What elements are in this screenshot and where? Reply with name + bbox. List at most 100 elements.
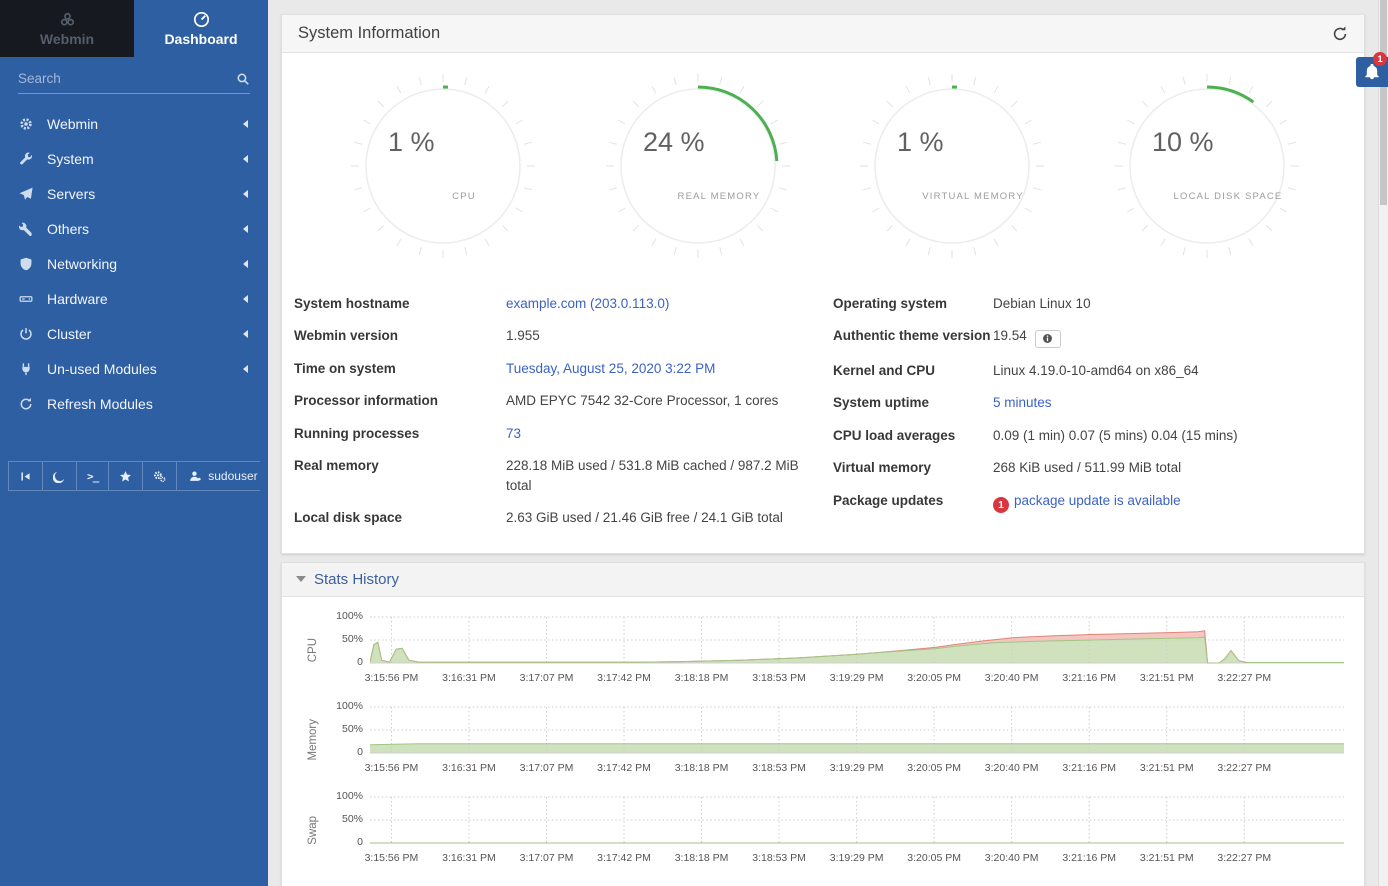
sidebar-item-others[interactable]: Others <box>0 211 268 246</box>
y-tick-label: 50% <box>342 813 363 825</box>
x-tick-label: 3:22:27 PM <box>1217 852 1271 864</box>
terminal-button[interactable]: >_ <box>77 462 109 490</box>
sidebar-item-networking[interactable]: Networking <box>0 246 268 281</box>
dashboard-gauge-icon <box>193 11 210 28</box>
info-row-kernel-and-cpu: Kernel and CPU Linux 4.19.0-10-amd64 on … <box>833 354 1344 387</box>
info-value-link[interactable]: package update is available <box>1014 493 1181 508</box>
x-tick-label: 3:20:40 PM <box>985 852 1039 864</box>
scrollbar[interactable] <box>1378 0 1388 886</box>
info-label: Webmin version <box>294 326 506 346</box>
search-row <box>18 71 250 94</box>
chart-axis-title: Swap <box>300 793 326 868</box>
tab-dashboard[interactable]: Dashboard <box>134 0 268 57</box>
x-tick-label: 3:21:51 PM <box>1140 762 1194 774</box>
info-value: 0.09 (1 min) 0.07 (5 mins) 0.04 (15 mins… <box>993 428 1238 443</box>
collapse-sidebar-button[interactable] <box>8 462 43 490</box>
info-value: Linux 4.19.0-10-amd64 on x86_64 <box>993 363 1199 378</box>
paper-plane-icon <box>18 187 34 201</box>
chart-axis-title: CPU <box>300 613 326 688</box>
chart-plot-area: 3:15:56 PM3:16:31 PM3:17:07 PM3:17:42 PM… <box>370 613 1344 688</box>
power-icon <box>18 327 34 341</box>
chart-axis-title: Memory <box>300 703 326 778</box>
info-row-operating-system: Operating system Debian Linux 10 <box>833 287 1344 320</box>
chart-y-axis: 100% 50% 0 <box>326 613 370 688</box>
sidebar-item-system[interactable]: System <box>0 141 268 176</box>
refresh-page-button[interactable] <box>1332 26 1348 42</box>
notifications-button[interactable]: 1 <box>1356 57 1388 87</box>
gauge-label: VIRTUAL MEMORY <box>923 191 1025 202</box>
y-tick-label: 100% <box>336 790 363 802</box>
x-tick-label: 3:17:42 PM <box>597 762 651 774</box>
user-button[interactable]: sudouser <box>177 462 270 490</box>
sidebar-item-label: Servers <box>47 186 239 202</box>
info-label: System hostname <box>294 294 506 314</box>
gauge-value: 1 % <box>388 127 435 157</box>
x-tick-label: 3:18:53 PM <box>752 672 806 684</box>
collapse-triangle-icon <box>296 576 306 587</box>
sidebar-item-webmin[interactable]: Webmin <box>0 106 268 141</box>
sidebar-item-un-used-modules[interactable]: Un-used Modules <box>0 351 268 386</box>
sidebar-item-label: Cluster <box>47 326 239 342</box>
info-label: Processor information <box>294 391 506 411</box>
info-label: Real memory <box>294 456 506 495</box>
refresh-icon <box>18 397 34 411</box>
stats-charts: CPU 100% 50% 0 3:15:56 PM3:16:31 PM3:17:… <box>282 597 1364 886</box>
info-value-link[interactable]: Tuesday, August 25, 2020 3:22 PM <box>506 361 715 376</box>
x-tick-label: 3:17:42 PM <box>597 852 651 864</box>
stats-history-header[interactable]: Stats History <box>282 563 1364 597</box>
terminal-icon: >_ <box>87 470 98 483</box>
user-icon <box>189 470 202 483</box>
update-count-badge: 1 <box>993 497 1009 513</box>
x-tick-label: 3:19:29 PM <box>830 672 884 684</box>
caret-left-icon <box>239 225 248 233</box>
info-row-system-uptime: System uptime 5 minutes <box>833 387 1344 420</box>
tab-webmin[interactable]: Webmin <box>0 0 134 57</box>
search-icon <box>236 72 250 86</box>
chart-memory: Memory 100% 50% 0 3:15:56 PM3:16:31 PM3:… <box>300 703 1344 778</box>
x-tick-label: 3:21:16 PM <box>1062 852 1116 864</box>
main-content: 1 System Information 1 % CPU 24 % REAL M… <box>268 0 1388 886</box>
x-tick-label: 3:21:16 PM <box>1062 762 1116 774</box>
tab-webmin-label: Webmin <box>40 31 94 47</box>
theme-info-button[interactable] <box>1035 330 1061 348</box>
chart-x-axis: 3:15:56 PM3:16:31 PM3:17:07 PM3:17:42 PM… <box>370 852 1344 868</box>
info-row-package-updates: Package updates 1package update is avail… <box>833 484 1344 520</box>
info-value-link[interactable]: 73 <box>506 426 521 441</box>
y-tick-label: 50% <box>342 723 363 735</box>
notification-badge: 1 <box>1373 52 1387 66</box>
info-row-webmin-version: Webmin version 1.955 <box>294 320 805 353</box>
theme-settings-button[interactable] <box>143 462 177 490</box>
sidebar-item-label: Hardware <box>47 291 239 307</box>
night-mode-button[interactable] <box>43 462 77 490</box>
info-label: Kernel and CPU <box>833 361 993 381</box>
info-value: 1.955 <box>506 328 540 343</box>
caret-left-icon <box>239 365 248 373</box>
search-input[interactable] <box>18 71 236 86</box>
caret-left-icon <box>239 295 248 303</box>
caret-left-icon <box>239 260 248 268</box>
x-tick-label: 3:22:27 PM <box>1217 762 1271 774</box>
info-label: CPU load averages <box>833 426 993 446</box>
plug-icon <box>18 362 34 376</box>
sidebar-item-refresh-modules[interactable]: Refresh Modules <box>0 386 268 421</box>
sidebar-item-servers[interactable]: Servers <box>0 176 268 211</box>
sidebar-item-cluster[interactable]: Cluster <box>0 316 268 351</box>
scrollbar-thumb[interactable] <box>1380 0 1387 205</box>
chart-y-axis: 100% 50% 0 <box>326 793 370 868</box>
caret-left-icon <box>239 120 248 128</box>
info-value: 19.54 <box>993 328 1027 343</box>
info-value-link[interactable]: 5 minutes <box>993 395 1052 410</box>
sidebar-item-hardware[interactable]: Hardware <box>0 281 268 316</box>
sidebar-item-label: Un-used Modules <box>47 361 239 377</box>
info-value-link[interactable]: example.com (203.0.113.0) <box>506 296 669 311</box>
y-tick-label: 0 <box>357 746 363 758</box>
sidebar-toolbar: >_ sudouser <box>8 461 260 491</box>
x-tick-label: 3:17:07 PM <box>520 672 574 684</box>
stats-history-title: Stats History <box>314 571 399 588</box>
y-tick-label: 100% <box>336 700 363 712</box>
x-tick-label: 3:15:56 PM <box>365 672 419 684</box>
gauges-row: 1 % CPU 24 % REAL MEMORY 1 % VIRTUAL MEM… <box>282 53 1364 261</box>
y-tick-label: 50% <box>342 633 363 645</box>
page-title: System Information <box>298 24 1332 43</box>
favorites-button[interactable] <box>109 462 143 490</box>
